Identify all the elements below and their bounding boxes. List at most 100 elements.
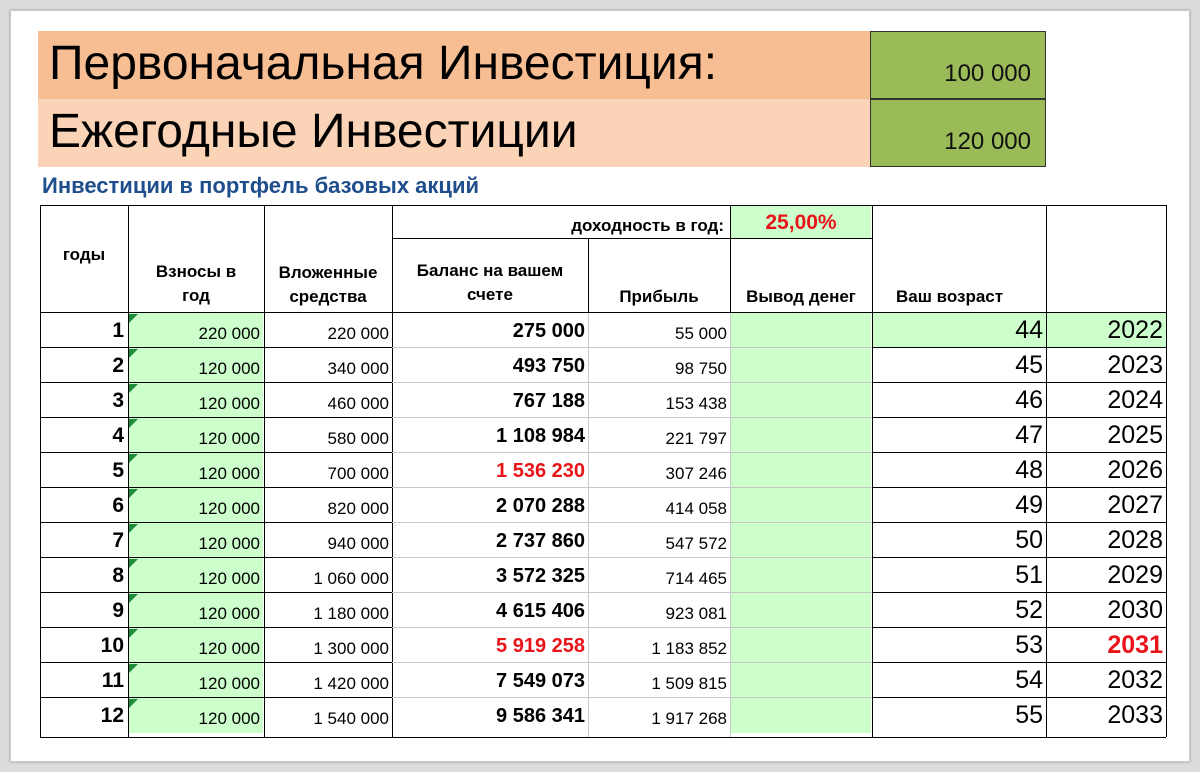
contribution-value[interactable]: 120 000 (129, 534, 260, 554)
annual-investment-value[interactable]: 120 000 (870, 99, 1046, 167)
grid-line (588, 312, 589, 737)
age-value: 49 (1015, 491, 1043, 519)
year-number: 7 (112, 529, 124, 552)
grid-line (392, 205, 393, 737)
invested-value: 1 060 000 (313, 569, 389, 588)
grid-line (40, 697, 392, 698)
year-number: 2 (112, 354, 124, 377)
header-profit: Прибыль (619, 287, 699, 306)
withdraw-cell[interactable] (731, 383, 871, 418)
age-value: 55 (1015, 701, 1043, 729)
age-value: 51 (1015, 561, 1043, 589)
calendar-year: 2030 (1107, 596, 1163, 624)
profit-value: 1 183 852 (651, 639, 727, 658)
contribution-value[interactable]: 120 000 (129, 604, 260, 624)
contribution-value[interactable]: 120 000 (129, 429, 260, 449)
grid-line (40, 417, 392, 418)
grid-line (40, 452, 392, 453)
profit-value: 414 058 (665, 499, 727, 518)
contribution-value[interactable]: 120 000 (129, 569, 260, 589)
balance-value: 767 188 (512, 390, 585, 412)
grid-line (872, 697, 1166, 698)
withdraw-cell[interactable] (731, 313, 871, 348)
grid-line (392, 347, 872, 348)
grid-line (40, 627, 392, 628)
grid-line (392, 452, 872, 453)
invested-value: 940 000 (327, 534, 389, 553)
annual-investment-label: Ежегодные Инвестиции (38, 99, 870, 167)
grid-line (40, 347, 392, 348)
grid-line (392, 557, 872, 558)
header-withdraw: Вывод денег (746, 287, 856, 306)
withdraw-cell[interactable] (731, 593, 871, 628)
calendar-year: 2027 (1107, 491, 1163, 519)
header-invested-line1: Вложенные (278, 263, 378, 282)
calendar-year: 2033 (1107, 701, 1163, 729)
withdraw-cell[interactable] (731, 663, 871, 698)
grid-line (872, 627, 1166, 628)
withdraw-cell[interactable] (731, 418, 871, 453)
withdraw-cell[interactable] (731, 558, 871, 593)
age-value: 45 (1015, 351, 1043, 379)
header-balance-line2: счете (467, 285, 513, 304)
invested-value: 820 000 (327, 499, 389, 518)
grid-line (128, 205, 129, 737)
year-number: 6 (112, 494, 124, 517)
initial-investment-value[interactable]: 100 000 (870, 31, 1046, 99)
grid-line (40, 312, 1166, 313)
balance-value: 2 737 860 (496, 530, 585, 552)
calendar-year: 2031 (1107, 631, 1163, 659)
invested-value: 1 540 000 (313, 709, 389, 728)
grid-line (40, 662, 392, 663)
profit-value: 307 246 (665, 464, 727, 483)
contribution-value[interactable]: 120 000 (129, 499, 260, 519)
calendar-year: 2032 (1107, 666, 1163, 694)
grid-line (872, 452, 1166, 453)
comment-marker-icon (129, 699, 138, 708)
grid-line (730, 312, 731, 737)
grid-line (872, 417, 1166, 418)
withdraw-cell[interactable] (731, 453, 871, 488)
comment-marker-icon (129, 594, 138, 603)
withdraw-cell[interactable] (731, 348, 871, 383)
grid-line (872, 592, 1166, 593)
grid-line (40, 522, 392, 523)
balance-value: 7 549 073 (496, 670, 585, 692)
header-years: годы (62, 245, 106, 264)
year-number: 5 (112, 459, 124, 482)
comment-marker-icon (129, 384, 138, 393)
age-value: 54 (1015, 666, 1043, 694)
age-value: 52 (1015, 596, 1043, 624)
balance-value: 1 536 230 (496, 460, 585, 482)
grid-line (392, 697, 872, 698)
contribution-value[interactable]: 120 000 (129, 709, 260, 729)
grid-line (392, 592, 872, 593)
comment-marker-icon (129, 419, 138, 428)
profit-value: 153 438 (665, 394, 727, 413)
year-number: 12 (100, 704, 124, 727)
contribution-value[interactable]: 120 000 (129, 464, 260, 484)
grid-line (40, 382, 392, 383)
withdraw-cell[interactable] (731, 628, 871, 663)
age-value: 46 (1015, 386, 1043, 414)
grid-line (40, 737, 1166, 738)
calendar-year: 2025 (1107, 421, 1163, 449)
contribution-value[interactable]: 120 000 (129, 674, 260, 694)
age-value: 47 (1015, 421, 1043, 449)
grid-line (1166, 205, 1167, 737)
calendar-year: 2026 (1107, 456, 1163, 484)
balance-value: 5 919 258 (496, 635, 585, 657)
contribution-value[interactable]: 120 000 (129, 359, 260, 379)
withdraw-cell[interactable] (731, 488, 871, 523)
contribution-value[interactable]: 220 000 (129, 324, 260, 344)
calendar-year: 2029 (1107, 561, 1163, 589)
withdraw-cell[interactable] (731, 698, 871, 733)
balance-value: 9 586 341 (496, 705, 585, 727)
contribution-value[interactable]: 120 000 (129, 394, 260, 414)
profit-value: 1 509 815 (651, 674, 727, 693)
withdraw-cell[interactable] (731, 523, 871, 558)
comment-marker-icon (129, 489, 138, 498)
grid-line (872, 347, 1166, 348)
profit-value: 547 572 (665, 534, 727, 553)
contribution-value[interactable]: 120 000 (129, 639, 260, 659)
